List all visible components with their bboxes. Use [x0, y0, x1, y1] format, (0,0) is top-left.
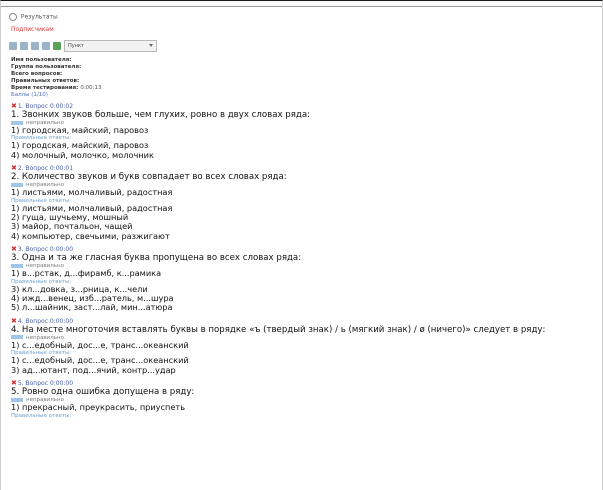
view-select-value: Пункт — [68, 42, 84, 49]
question-block: ✖4. Вопрос 0:00:00 4. На месте многоточия… — [11, 317, 596, 379]
status-chip — [11, 397, 23, 402]
user-answer: 1) в...рстак, д...фирамб, к...рамика — [11, 268, 162, 279]
question-header: ✖5. Вопрос 0:00:00 — [11, 379, 596, 387]
user-answer: 1) городская, майский, паровоз — [11, 125, 149, 135]
results-icon — [9, 13, 17, 21]
wrong-mark-icon: ✖ — [11, 379, 17, 388]
toolbar: Пункт — [9, 39, 157, 52]
question-header-text: 2. Вопрос 0:00:01 — [17, 165, 74, 173]
wrong-mark-icon: ✖ — [11, 102, 17, 110]
time-row: Время тестирования: 0:00:13 — [11, 85, 102, 92]
group-row: Группа пользователя: — [11, 64, 102, 71]
score-link[interactable]: Баллы (1/10) — [11, 92, 48, 98]
wrong-mark-icon: ✖ — [11, 245, 17, 254]
window-top-bar — [1, 1, 602, 7]
window-title-text: Результаты — [20, 13, 58, 21]
correct-answer: 3) ад...ютант, под...ячий, контр...удар — [11, 364, 176, 375]
correct-answer: 5) л...шайник, заст...лай, мин...атюра — [11, 302, 173, 313]
wrong-mark-icon: ✖ — [11, 164, 17, 173]
question-text: 1. Звонких звуков больше, чем глухих, ро… — [11, 110, 311, 120]
correct-answer: 4) компьютер, свечьими, разжигают — [11, 230, 170, 241]
question-header-text: 3. Вопрос 0:00:00 — [17, 246, 74, 254]
status-chip — [11, 182, 23, 187]
score-row: Баллы (1/10) — [11, 92, 102, 99]
user-row: Имя пользователя: — [11, 57, 102, 64]
export-icon[interactable] — [20, 41, 28, 50]
group-label: Группа пользователя: — [11, 64, 82, 70]
correct-label: Правильных ответов: — [11, 78, 80, 84]
question-text: 4. На месте многоточия вставлять буквы в… — [11, 324, 546, 335]
question-text: 5. Ровно одна ошибка допущена в ряду: — [11, 387, 195, 398]
question-block: ✖1. Вопрос 0:00:02 1. Звонких звуков боль… — [11, 102, 596, 164]
user-label: Имя пользователя: — [11, 57, 72, 63]
wrong-mark-icon: ✖ — [11, 316, 17, 325]
user-answer: 1) прекрасный, преукрасить, приуспеть — [11, 402, 186, 413]
question-header: ✖1. Вопрос 0:00:02 — [11, 102, 596, 110]
status-chip — [11, 335, 23, 340]
correct-row: Правильных ответов: — [11, 78, 102, 85]
status-chip — [11, 120, 23, 125]
question-text: 3. Одна и та же гласная буква пропущена … — [11, 253, 302, 264]
questions-label: Всего вопросов: — [11, 71, 63, 77]
questions-row: Всего вопросов: — [11, 71, 102, 78]
results-window: Результаты Подписчикам Пункт Имя пользов… — [0, 0, 603, 490]
question-block: ✖3. Вопрос 0:00:00 3. Одна и та же гласна… — [11, 245, 596, 317]
question-header: ✖2. Вопрос 0:00:01 — [11, 164, 596, 172]
save-icon[interactable] — [31, 41, 39, 50]
question-text: 2. Количество звуков и букв совпадает во… — [11, 172, 287, 183]
question-header: ✖4. Вопрос 0:00:00 — [11, 317, 596, 325]
questions-list: ✖1. Вопрос 0:00:02 1. Звонких звуков боль… — [11, 102, 596, 423]
view-select[interactable]: Пункт — [64, 39, 157, 52]
refresh-icon[interactable] — [53, 41, 61, 50]
pretitle-link[interactable]: Подписчикам — [11, 26, 54, 33]
correct-answer: 4) молочный, молочко, молочник — [11, 149, 154, 160]
test-info: Имя пользователя: Группа пользователя: В… — [11, 57, 102, 99]
question-block: ✖2. Вопрос 0:00:01 2. Количество звуков и… — [11, 164, 596, 245]
copy-icon[interactable] — [42, 41, 50, 50]
question-block: ✖5. Вопрос 0:00:00 5. Ровно одна ошибка д… — [11, 379, 596, 422]
question-header-text: 5. Вопрос 0:00:00 — [17, 380, 74, 388]
question-header: ✖3. Вопрос 0:00:00 — [11, 245, 596, 253]
time-value: 0:00:13 — [80, 85, 102, 91]
print-icon[interactable] — [9, 41, 17, 50]
question-header-text: 4. Вопрос 0:00:00 — [17, 317, 74, 325]
time-label: Время тестирования: — [11, 85, 79, 91]
user-answer: 1) листьями, молчаливый, радостная — [11, 187, 173, 198]
window-title: Результаты — [9, 13, 58, 21]
status-chip — [11, 263, 23, 268]
question-header-text: 1. Вопрос 0:00:02 — [17, 103, 74, 110]
user-answer: 1) с...едобный, дос...е, транс...океанск… — [11, 339, 189, 350]
